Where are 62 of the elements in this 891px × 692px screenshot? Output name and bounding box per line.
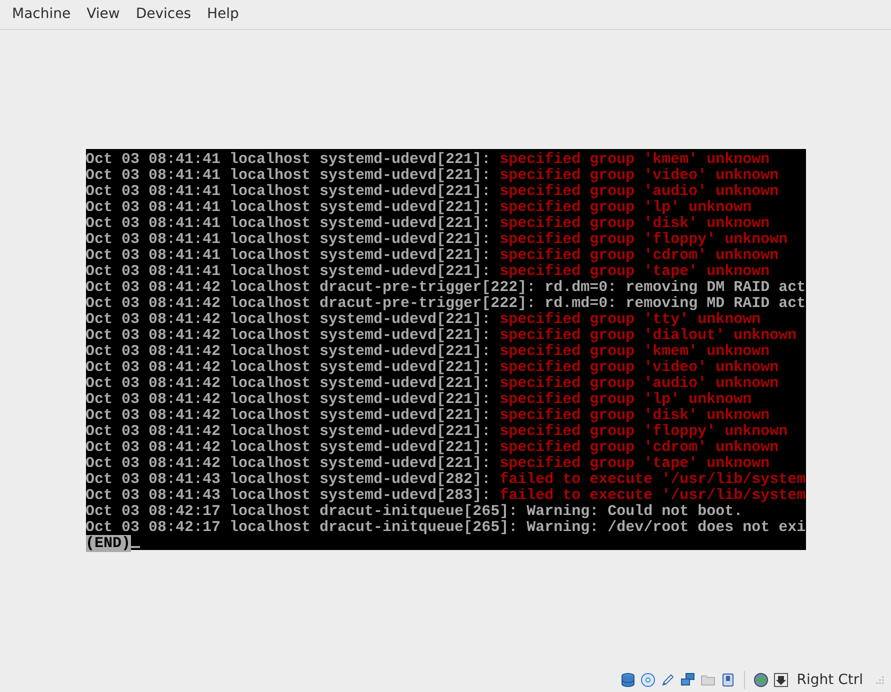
log-message: specified group 'disk' unknown: [500, 214, 770, 232]
log-source: Oct 03 08:41:42 localhost systemd-udevd[221]:: [86, 438, 491, 456]
log-message: specified group 'lp' unknown: [500, 390, 752, 408]
log-source: Oct 03 08:41:41 localhost systemd-udevd[221]:: [86, 214, 491, 232]
log-source: Oct 03 08:41:41 localhost systemd-udevd[221]:: [86, 198, 491, 216]
log-message: specified group 'audio' unknown: [500, 182, 779, 200]
pen-icon[interactable]: [660, 672, 676, 688]
log-source: Oct 03 08:41:42 localhost systemd-udevd[221]:: [86, 310, 491, 328]
host-key-label: Right Ctrl: [796, 670, 863, 690]
log-source: Oct 03 08:41:42 localhost systemd-udevd[221]:: [86, 374, 491, 392]
log-source: Oct 03 08:41:41 localhost systemd-udevd[221]:: [86, 150, 491, 168]
log-message: specified group 'lp' unknown: [500, 198, 752, 216]
log-message: specified group 'floppy' unknown: [500, 230, 788, 248]
log-source: Oct 03 08:41:42 localhost systemd-udevd[221]:: [86, 454, 491, 472]
screens-icon[interactable]: [680, 672, 696, 688]
log-message: rd.dm=0: removing DM RAID act: [544, 278, 806, 296]
log-source: Oct 03 08:41:43 localhost systemd-udevd[282]:: [86, 470, 491, 488]
log-source: Oct 03 08:41:41 localhost systemd-udevd[221]:: [86, 166, 491, 184]
log-source: Oct 03 08:41:42 localhost systemd-udevd[221]:: [86, 342, 491, 360]
log-message: specified group 'tape' unknown: [500, 262, 770, 280]
log-message: specified group 'video' unknown: [500, 358, 779, 376]
log-source: Oct 03 08:41:42 localhost systemd-udevd[221]:: [86, 390, 491, 408]
log-source: Oct 03 08:41:41 localhost systemd-udevd[221]:: [86, 182, 491, 200]
chip-icon[interactable]: [720, 672, 736, 688]
log-message: rd.md=0: removing MD RAID act: [544, 294, 806, 312]
log-message: specified group 'dialout' unknown: [500, 326, 797, 344]
log-message: specified group 'disk' unknown: [500, 406, 770, 424]
log-message: specified group 'cdrom' unknown: [500, 246, 779, 264]
log-message: Warning: /dev/root does not exi: [526, 518, 806, 536]
log-source: Oct 03 08:42:17 localhost dracut-initqueue[265]:: [86, 502, 518, 520]
log-message: specified group 'kmem' unknown: [500, 150, 770, 168]
log-source: Oct 03 08:41:42 localhost systemd-udevd[221]:: [86, 422, 491, 440]
optical-disc-icon[interactable]: [640, 672, 656, 688]
menu-item[interactable]: View: [78, 0, 128, 29]
log-source: Oct 03 08:41:42 localhost systemd-udevd[221]:: [86, 406, 491, 424]
log-source: Oct 03 08:41:41 localhost systemd-udevd[221]:: [86, 230, 491, 248]
log-message: specified group 'video' unknown: [500, 166, 779, 184]
down-arrow-key-icon[interactable]: [772, 672, 789, 688]
log-message: specified group 'tape' unknown: [500, 454, 770, 472]
menu-item[interactable]: Help: [199, 0, 247, 29]
text-cursor: [130, 546, 140, 548]
log-source: Oct 03 08:41:42 localhost dracut-pre-trigger[222]:: [86, 278, 536, 296]
log-source: Oct 03 08:41:42 localhost systemd-udevd[221]:: [86, 326, 491, 344]
log-source: Oct 03 08:41:42 localhost systemd-udevd[221]:: [86, 358, 491, 376]
pager-prompt: (END): [86, 534, 131, 552]
log-source: Oct 03 08:41:41 localhost systemd-udevd[221]:: [86, 262, 491, 280]
log-message: specified group 'floppy' unknown: [500, 422, 788, 440]
log-message: specified group 'tty' unknown: [500, 310, 761, 328]
log-message: specified group 'cdrom' unknown: [500, 438, 779, 456]
log-message: failed to execute '/usr/lib/system: [500, 486, 806, 504]
hard-disks-icon[interactable]: [620, 672, 636, 688]
log-source: Oct 03 08:41:41 localhost systemd-udevd[221]:: [86, 246, 491, 264]
log-message: failed to execute '/usr/lib/system: [500, 470, 806, 488]
log-message: specified group 'audio' unknown: [500, 374, 779, 392]
menu-item[interactable]: Devices: [128, 0, 200, 29]
log-source: Oct 03 08:42:17 localhost dracut-initqueue[265]:: [86, 518, 518, 536]
log-source: Oct 03 08:41:43 localhost systemd-udevd[283]:: [86, 486, 491, 504]
log-source: Oct 03 08:41:42 localhost dracut-pre-trigger[222]:: [86, 294, 536, 312]
log-message: specified group 'kmem' unknown: [500, 342, 770, 360]
menu-item[interactable]: Machine: [4, 0, 79, 29]
log-message: Warning: Could not boot.: [526, 502, 743, 520]
resize-grip-icon[interactable]: [875, 675, 885, 685]
